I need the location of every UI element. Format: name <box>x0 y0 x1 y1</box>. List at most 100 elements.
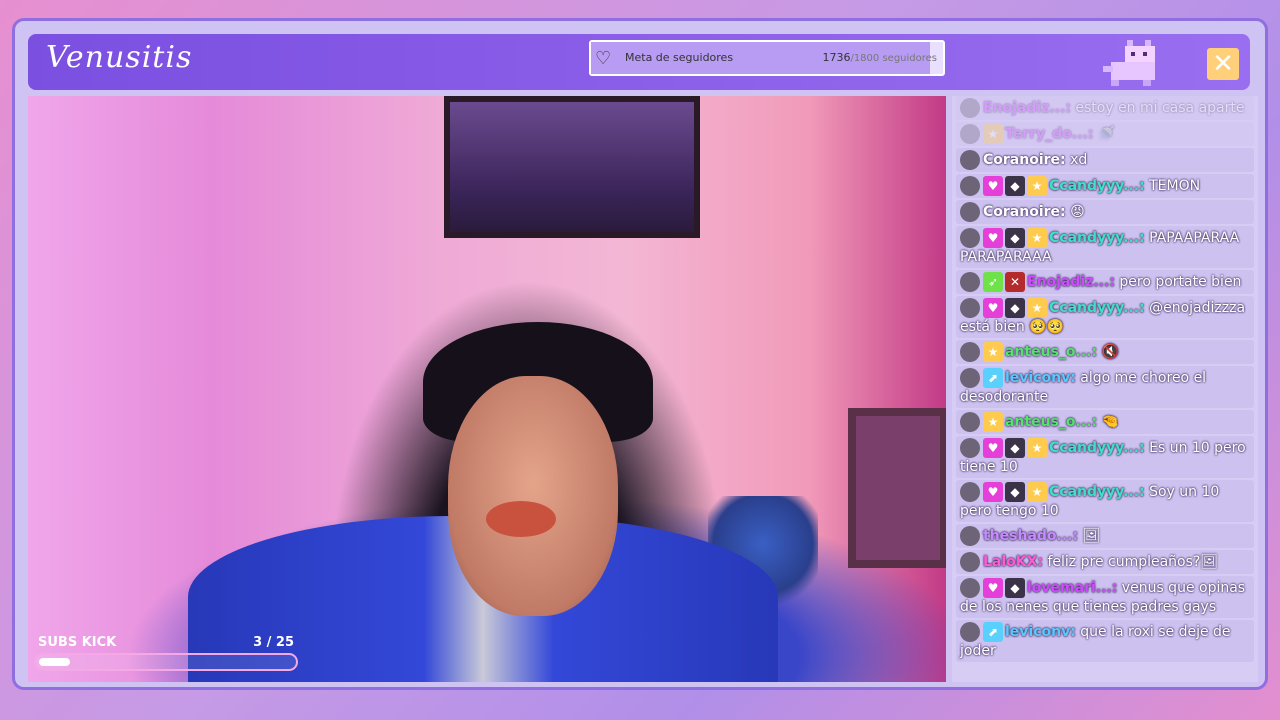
pixel-cat-icon <box>1103 40 1155 86</box>
star-badge-icon: ★ <box>1027 228 1047 248</box>
user-avatar[interactable] <box>960 298 980 318</box>
heart-icon: ♡ <box>595 48 612 69</box>
chat-text: pero portate bien <box>1119 274 1242 290</box>
chat-username[interactable]: Ccandyyy...: <box>1049 440 1145 456</box>
chat-text: 🤏 <box>1101 414 1119 430</box>
chat-username[interactable]: Enojadiz...: <box>983 100 1071 116</box>
chat-message: ♥ ◆ ★ Ccandyyy...: @enojadizzza está bien 🥺… <box>956 296 1254 338</box>
star-badge-icon: ★ <box>983 342 1003 362</box>
chat-message: ⬈ leviconv: que la roxi se deje de joder <box>956 620 1254 662</box>
user-avatar[interactable] <box>960 150 980 170</box>
chat-text: xd <box>1070 152 1088 168</box>
user-avatar[interactable] <box>960 342 980 362</box>
close-button[interactable]: ✕ <box>1207 48 1239 80</box>
chat-username[interactable]: theshado...: <box>983 528 1078 544</box>
user-avatar[interactable] <box>960 124 980 144</box>
chat-username[interactable]: Coranoire: <box>983 152 1066 168</box>
gray-badge-icon: ◆ <box>1005 228 1025 248</box>
chat-message: ♥ ◆ ★ Ccandyyy...: TEMON <box>956 174 1254 198</box>
chat-username[interactable]: LaloKX: <box>983 554 1043 570</box>
star-badge-icon: ★ <box>983 412 1003 432</box>
user-avatar[interactable] <box>960 622 980 642</box>
follower-goal-label: Meta de seguidores <box>625 51 734 64</box>
chat-username[interactable]: Ccandyyy...: <box>1049 178 1145 194</box>
gray-badge-icon: ◆ <box>1005 482 1025 502</box>
chat-text: TEMON <box>1149 178 1201 194</box>
chat-message: ★ anteus_o...: 🤏 <box>956 410 1254 434</box>
chat-message: Enojadiz...: estoy en mi casa aparte <box>956 96 1254 120</box>
gray-badge-icon: ◆ <box>1005 578 1025 598</box>
chat-username[interactable]: leviconv: <box>1005 624 1076 640</box>
chat-username[interactable]: anteus_o...: <box>1005 414 1097 430</box>
chat-text: estoy en mi casa aparte <box>1075 100 1245 116</box>
user-avatar[interactable] <box>960 526 980 546</box>
heart-badge-icon: ♥ <box>983 176 1003 196</box>
heart-badge-icon: ♥ <box>983 438 1003 458</box>
user-avatar[interactable] <box>960 552 980 572</box>
chat-text: 😡 <box>1070 204 1085 220</box>
chat-username[interactable]: lovemari...: <box>1027 580 1117 596</box>
chat-username[interactable]: Ccandyyy...: <box>1049 484 1145 500</box>
chat-username[interactable]: anteus_o...: <box>1005 344 1097 360</box>
chat-message: ★ anteus_o...: 🔇 <box>956 340 1254 364</box>
heart-badge-icon: ♥ <box>983 298 1003 318</box>
chat-message: theshado...: 🖼 <box>956 524 1254 548</box>
chat-message: ★ Terry_do...: 🚿 <box>956 122 1254 146</box>
chat-panel[interactable]: Enojadiz...: estoy en mi casa aparte ★ Ter… <box>952 96 1258 682</box>
chat-message: LaloKX: feliz pre cumpleaños?🖼 <box>956 550 1254 574</box>
follower-goal-count: 1736/1800 seguidores <box>822 51 937 64</box>
chat-username[interactable]: leviconv: <box>1005 370 1076 386</box>
subs-goal-label: SUBS KICK <box>38 635 117 650</box>
chat-message: ➶ ✕ Enojadiz...: pero portate bien <box>956 270 1254 294</box>
heart-badge-icon: ♥ <box>983 578 1003 598</box>
user-avatar[interactable] <box>960 176 980 196</box>
streamer-lips <box>486 501 556 537</box>
chat-username[interactable]: Enojadiz...: <box>1027 274 1115 290</box>
user-avatar[interactable] <box>960 202 980 222</box>
subs-goal-count: 3 / 25 <box>253 635 294 650</box>
wall-painting <box>444 96 700 238</box>
blue-badge-icon: ⬈ <box>983 622 1003 642</box>
chat-username[interactable]: Ccandyyy...: <box>1049 300 1145 316</box>
user-avatar[interactable] <box>960 368 980 388</box>
channel-logo: Venusitis <box>46 40 193 75</box>
gray-badge-icon: ◆ <box>1005 298 1025 318</box>
gray-badge-icon: ◆ <box>1005 176 1025 196</box>
overlay-header: Venusitis ♡ Meta de seguidores 1736/1800… <box>28 34 1250 90</box>
follower-goal-current: 1736 <box>822 51 851 64</box>
gray-badge-icon: ◆ <box>1005 438 1025 458</box>
chat-username[interactable]: Ccandyyy...: <box>1049 230 1145 246</box>
wall-frame <box>848 408 946 568</box>
star-badge-icon: ★ <box>983 124 1003 144</box>
star-badge-icon: ★ <box>1027 176 1047 196</box>
star-badge-icon: ★ <box>1027 298 1047 318</box>
streamer-face <box>448 376 618 616</box>
chat-message: ⬈ leviconv: algo me choreo el desodorante <box>956 366 1254 408</box>
chat-text: 🖼 <box>1082 528 1101 544</box>
chat-message: Coranoire: xd <box>956 148 1254 172</box>
heart-badge-icon: ♥ <box>983 228 1003 248</box>
red-badge-icon: ✕ <box>1005 272 1025 292</box>
chat-message: ♥ ◆ ★ Ccandyyy...: Es un 10 pero tiene 10 <box>956 436 1254 478</box>
user-avatar[interactable] <box>960 412 980 432</box>
chat-username[interactable]: Terry_do...: <box>1005 126 1093 142</box>
subs-goal-widget: SUBS KICK 3 / 25 <box>34 634 300 674</box>
user-avatar[interactable] <box>960 578 980 598</box>
chat-text: 🔇 <box>1101 344 1119 360</box>
user-avatar[interactable] <box>960 98 980 118</box>
user-avatar[interactable] <box>960 482 980 502</box>
subs-goal-progress-bar <box>34 653 298 671</box>
chat-message: ♥ ◆ ★ Ccandyyy...: PAPAAPARAA PARAPARAAA <box>956 226 1254 268</box>
chat-message: Coranoire: 😡 <box>956 200 1254 224</box>
webcam-video <box>28 96 946 682</box>
chat-text: 🚿 <box>1097 126 1116 142</box>
chat-username[interactable]: Coranoire: <box>983 204 1066 220</box>
green-badge-icon: ➶ <box>983 272 1003 292</box>
blue-badge-icon: ⬈ <box>983 368 1003 388</box>
subs-goal-progress-fill <box>39 658 71 666</box>
chat-text: feliz pre cumpleaños?🖼 <box>1047 554 1219 570</box>
user-avatar[interactable] <box>960 228 980 248</box>
user-avatar[interactable] <box>960 438 980 458</box>
follower-goal-max: /1800 seguidores <box>850 53 937 64</box>
user-avatar[interactable] <box>960 272 980 292</box>
